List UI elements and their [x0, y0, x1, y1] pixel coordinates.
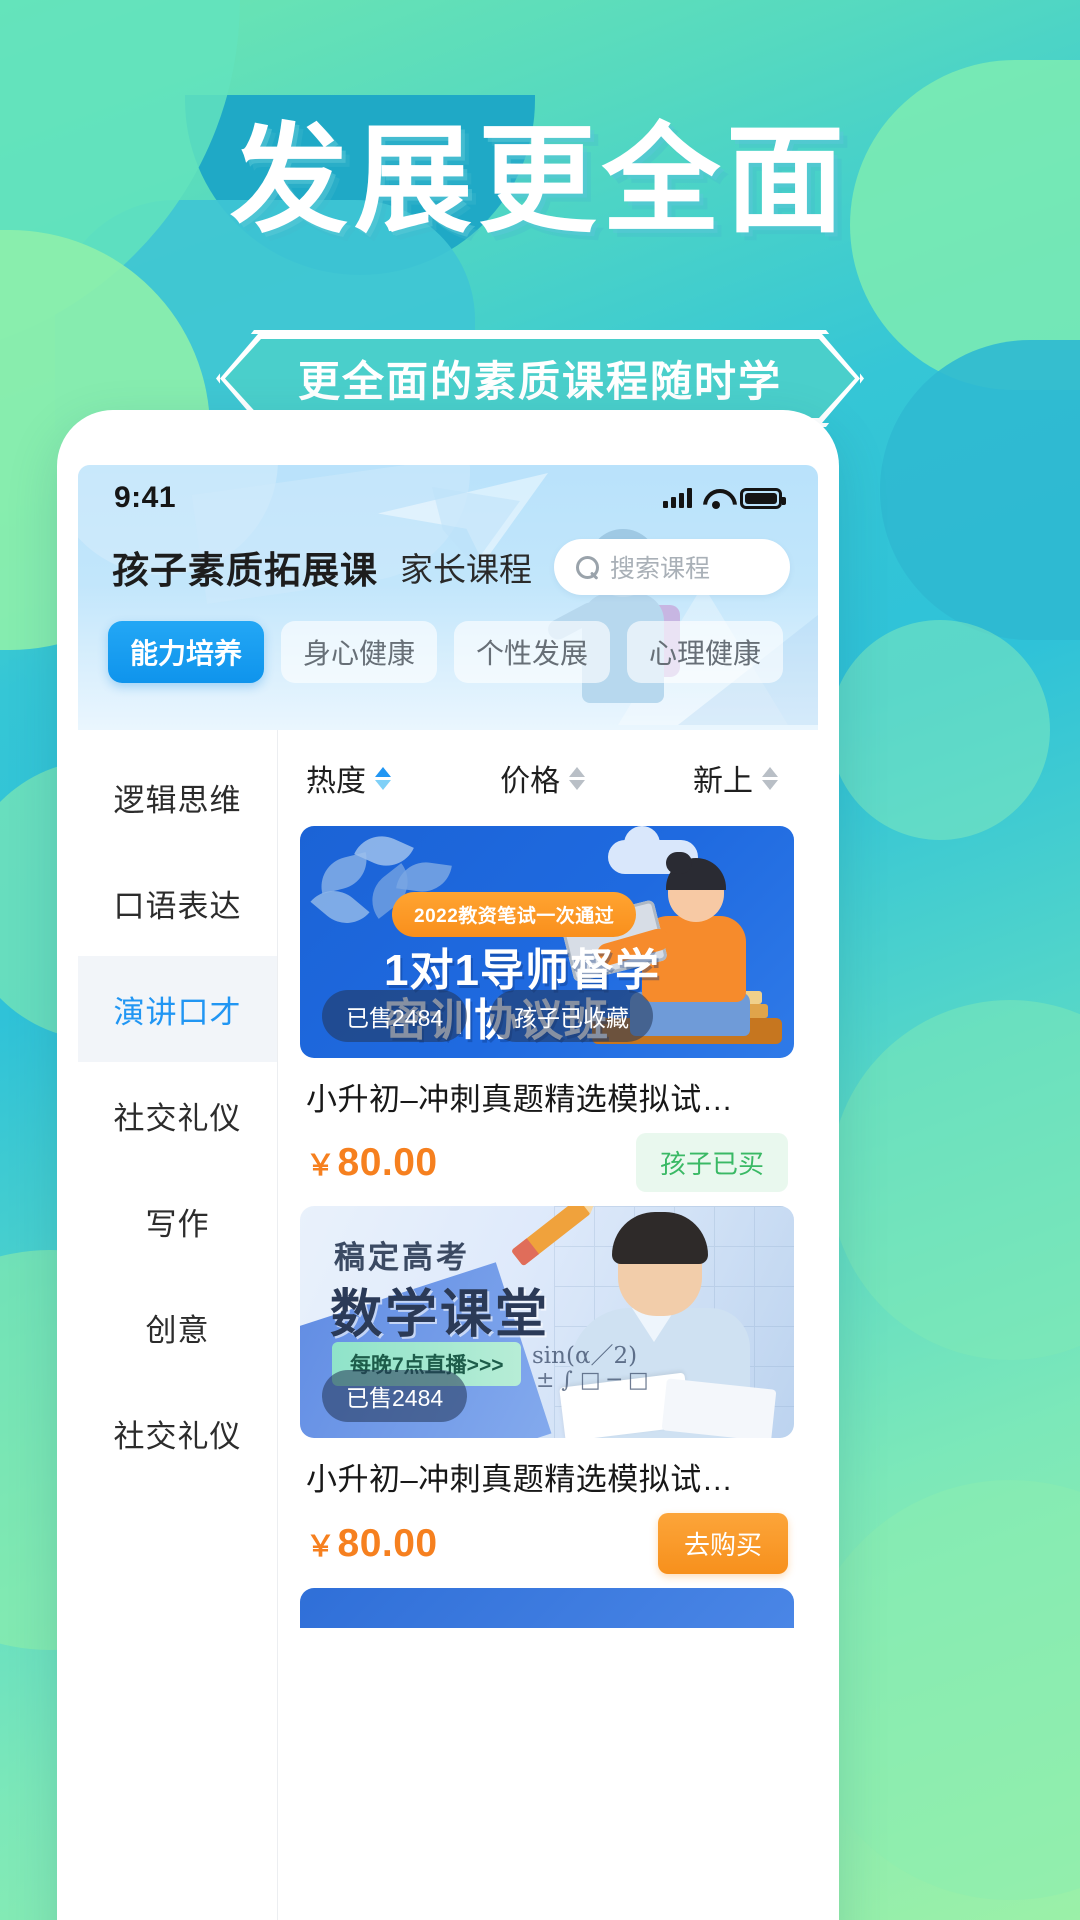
phone-screen: 9:41 孩子素质拓展课 家长课程 搜索课程 能力培养 身心健康 个性发展 心理… [78, 465, 818, 1920]
app-header: 9:41 孩子素质拓展课 家长课程 搜索课程 能力培养 身心健康 个性发展 心理… [78, 465, 818, 730]
course-card-partial[interactable] [300, 1588, 794, 1628]
phone-mockup: 9:41 孩子素质拓展课 家长课程 搜索课程 能力培养 身心健康 个性发展 心理… [57, 410, 839, 1920]
decor-blob [830, 1000, 1080, 1360]
search-placeholder: 搜索课程 [610, 555, 711, 583]
course-price: ￥80.00 [306, 1522, 438, 1566]
promo-line-1: 数学课堂 [330, 1286, 551, 1344]
battery-full-icon [740, 487, 786, 509]
favorited-chip: 孩子已收藏 [490, 990, 653, 1042]
decor-blob [830, 620, 1050, 840]
sort-by-popularity[interactable]: 热度 [306, 756, 464, 800]
status-bar: 9:41 [78, 465, 818, 531]
course-title: 小升初–冲刺真题精选模拟试… [306, 1462, 734, 1497]
sort-by-price[interactable]: 价格 [464, 756, 622, 800]
sort-popularity-label: 热度 [306, 765, 366, 798]
decor-blob [800, 1480, 1080, 1900]
cellular-signal-icon [663, 488, 692, 508]
search-icon [576, 556, 599, 579]
sidebar-item-public-speaking[interactable]: 演讲口才 [78, 956, 277, 1062]
tab-child-courses[interactable]: 孩子素质拓展课 [112, 540, 378, 594]
tab-parent-courses[interactable]: 家长课程 [400, 543, 532, 591]
buy-button[interactable]: 去购买 [657, 1513, 788, 1574]
sidebar-item-logical-thinking[interactable]: 逻辑思维 [78, 744, 277, 850]
header-title-row: 孩子素质拓展课 家长课程 搜索课程 [78, 531, 818, 595]
sidebar-item-social-etiquette-2[interactable]: 社交礼仪 [78, 1380, 277, 1486]
sort-newest-label: 新上 [693, 765, 753, 798]
course-list-panel: 热度 价格 新上 2022教资笔试一次通过 1对1导师督学 已售2484 孩子已… [278, 730, 818, 1920]
teacher-photo [550, 1212, 780, 1438]
sort-by-newest[interactable]: 新上 [621, 756, 784, 800]
sidebar-item-oral-expression[interactable]: 口语表达 [78, 850, 277, 956]
sort-arrows-icon [762, 766, 778, 790]
wifi-icon [703, 488, 729, 509]
course-thumbnail[interactable]: 2022教资笔试一次通过 1对1导师督学 密训协议班 已售2484 孩子已收藏 [300, 826, 794, 1058]
promo-badge: 2022教资笔试一次通过 [392, 892, 637, 937]
category-sidebar: 逻辑思维 口语表达 演讲口才 社交礼仪 写作 创意 社交礼仪 [78, 730, 278, 1920]
sold-count-chip: 已售2484 [322, 1370, 468, 1422]
math-formula-decor: sin(α／2) [532, 1343, 638, 1369]
currency-symbol: ￥ [306, 1149, 336, 1182]
category-pill-row: 能力培养 身心健康 个性发展 心理健康 [78, 595, 818, 683]
sidebar-item-social-etiquette[interactable]: 社交礼仪 [78, 1062, 277, 1168]
status-icons [663, 487, 786, 509]
pill-personality-development[interactable]: 个性发展 [454, 621, 611, 683]
poster-background: 发展更全面 更全面的素质课程随时学 9:41 孩子素质拓展课 家长课程 搜索课程… [0, 0, 1080, 1920]
app-body: 逻辑思维 口语表达 演讲口才 社交礼仪 写作 创意 社交礼仪 热度 价格 新上 … [78, 730, 818, 1920]
currency-symbol: ￥ [306, 1530, 336, 1563]
course-footer: ￥80.00 孩子已买 [300, 1119, 794, 1192]
course-card[interactable]: 2022教资笔试一次通过 1对1导师督学 密训协议班 已售2484 孩子已收藏 … [300, 826, 794, 1192]
poster-subtitle: 更全面的素质课程随时学 [297, 358, 782, 405]
status-badge-purchased: 孩子已买 [635, 1133, 788, 1192]
pill-psychological-health[interactable]: 心理健康 [627, 621, 784, 683]
course-thumbnail[interactable] [300, 1588, 794, 1628]
course-footer: ￥80.00 去购买 [300, 1499, 794, 1574]
course-title: 小升初–冲刺真题精选模拟试… [306, 1082, 734, 1117]
sidebar-item-creativity[interactable]: 创意 [78, 1274, 277, 1380]
sort-arrows-icon [569, 766, 586, 790]
poster-headline: 发展更全面 [229, 111, 850, 249]
sort-price-label: 价格 [500, 765, 561, 798]
price-value: 80.00 [337, 1140, 438, 1184]
open-book-icon [661, 1378, 777, 1438]
sort-bar: 热度 价格 新上 [300, 730, 794, 826]
search-input[interactable]: 搜索课程 [554, 539, 790, 595]
course-price: ￥80.00 [306, 1141, 438, 1185]
pill-ability-training[interactable]: 能力培养 [108, 621, 265, 683]
math-formula-decor: ± ∫ □ ─ □ [536, 1368, 649, 1393]
price-value: 80.00 [337, 1521, 438, 1565]
pill-physical-mental-health[interactable]: 身心健康 [281, 621, 438, 683]
brand-label: 稿定高考 [334, 1240, 470, 1275]
sold-count-chip: 已售2484 [322, 990, 468, 1042]
status-time: 9:41 [114, 481, 177, 514]
course-card[interactable]: 稿定高考 数学课堂 每晚7点直播>>> sin(α／2) ± ∫ □ ─ □ 已… [300, 1206, 794, 1574]
sidebar-item-writing[interactable]: 写作 [78, 1168, 277, 1274]
sort-arrows-icon [375, 766, 391, 790]
course-thumbnail[interactable]: 稿定高考 数学课堂 每晚7点直播>>> sin(α／2) ± ∫ □ ─ □ 已… [300, 1206, 794, 1438]
poster-headline-wrap: 发展更全面 [0, 111, 1080, 249]
